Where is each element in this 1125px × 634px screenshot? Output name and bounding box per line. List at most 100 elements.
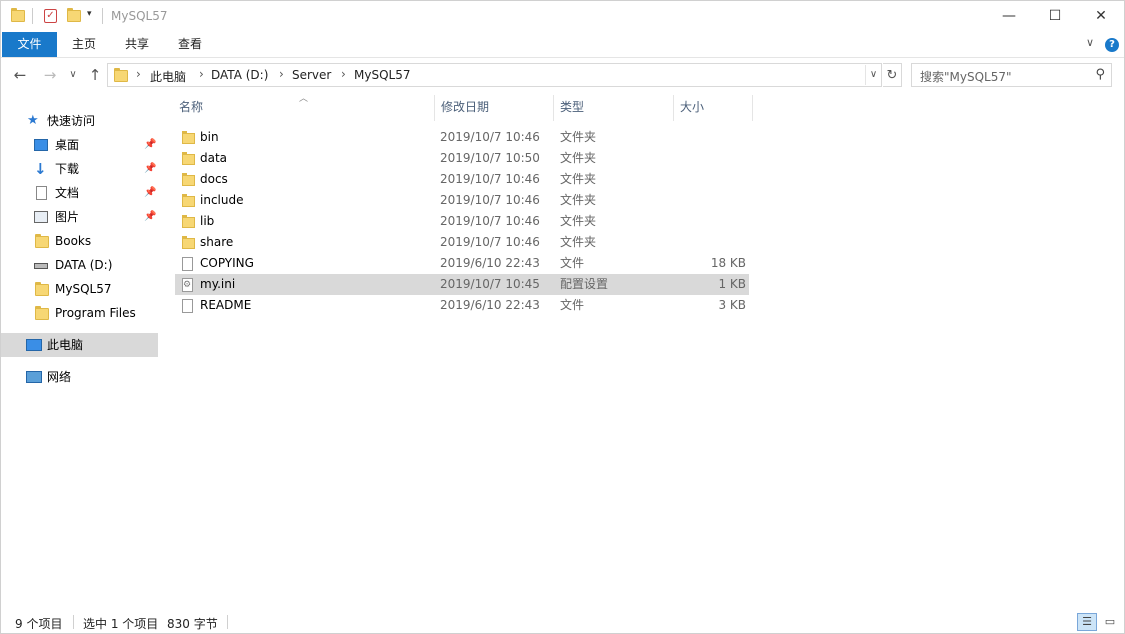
sidebar-item-label: Books (55, 234, 92, 248)
sidebar-item-desktop[interactable]: 桌面 📌 (1, 133, 158, 157)
column-header-name[interactable]: 名称 (173, 95, 435, 121)
file-date: 2019/10/7 10:46 (440, 130, 540, 144)
column-header-type[interactable]: 类型 (554, 95, 674, 121)
back-button[interactable]: ← (9, 63, 31, 87)
breadcrumb-mysql57[interactable]: MySQL57 (354, 68, 410, 82)
file-row[interactable]: share 2019/10/7 10:46 文件夹 (175, 232, 749, 253)
divider (73, 615, 74, 629)
sidebar-item-label: 此电脑 (47, 338, 84, 352)
maximize-button[interactable]: ☐ (1032, 1, 1078, 32)
file-name: data (200, 151, 228, 165)
sidebar-item-quick-access[interactable]: ★ 快速访问 (1, 109, 158, 133)
search-icon[interactable]: ⚲ (1095, 67, 1105, 82)
pin-icon[interactable]: 📌 (144, 181, 156, 205)
file-type: 文件 (560, 256, 585, 270)
sidebar-item-mysql57[interactable]: MySQL57 (1, 277, 158, 301)
pictures-icon (34, 211, 48, 223)
file-row[interactable]: lib 2019/10/7 10:46 文件夹 (175, 211, 749, 232)
forward-button[interactable]: → (39, 63, 61, 87)
sidebar-item-books[interactable]: Books (1, 229, 158, 253)
help-icon[interactable]: ? (1105, 38, 1119, 52)
file-size: 1 KB (718, 277, 746, 291)
sidebar-item-network[interactable]: 网络 (1, 365, 158, 389)
file-row[interactable]: docs 2019/10/7 10:46 文件夹 (175, 169, 749, 190)
breadcrumb-data-drive[interactable]: DATA (D:) (211, 68, 268, 82)
file-date: 2019/10/7 10:46 (440, 193, 540, 207)
breadcrumb-separator-icon[interactable]: › (279, 67, 284, 81)
file-explorer-window: ✓ ▾ MySQL57 — ☐ ✕ 文件 主页 共享 查看 ∨ ? ← → ∨ … (0, 0, 1125, 634)
file-name: docs (200, 172, 228, 186)
breadcrumb-separator-icon[interactable]: › (136, 67, 141, 81)
column-header-size[interactable]: 大小 (674, 95, 753, 121)
tab-view[interactable]: 查看 (165, 32, 215, 57)
breadcrumb-separator-icon[interactable]: › (341, 67, 346, 81)
sidebar-item-documents[interactable]: 文档 📌 (1, 181, 158, 205)
address-bar[interactable]: › 此电脑 › DATA (D:) › Server › MySQL57 ∨ (107, 63, 882, 87)
pin-icon[interactable]: 📌 (144, 205, 156, 229)
sidebar-item-this-pc[interactable]: 此电脑 (1, 333, 158, 357)
file-row-selected[interactable]: my.ini 2019/10/7 10:45 配置设置 1 KB (175, 274, 749, 296)
folder-icon (35, 282, 49, 296)
file-row[interactable]: include 2019/10/7 10:46 文件夹 (175, 190, 749, 211)
desktop-icon (34, 139, 48, 151)
quick-access-dropdown-icon[interactable]: ▾ (87, 9, 92, 19)
refresh-button[interactable]: ↻ (883, 63, 902, 87)
sidebar-item-label: 图片 (55, 210, 80, 224)
tab-home[interactable]: 主页 (59, 32, 109, 57)
large-icons-view-icon[interactable]: ▭ (1100, 613, 1120, 631)
sidebar-item-label: 快速访问 (47, 114, 96, 128)
folder-icon (35, 234, 49, 248)
tab-share[interactable]: 共享 (112, 32, 162, 57)
new-folder-icon[interactable] (67, 8, 81, 22)
file-date: 2019/10/7 10:46 (440, 214, 540, 228)
file-date: 2019/10/7 10:46 (440, 235, 540, 249)
address-dropdown-icon[interactable]: ∨ (865, 65, 881, 85)
file-date: 2019/10/7 10:50 (440, 151, 540, 165)
navigation-bar: ← → ∨ ↑ › 此电脑 › DATA (D:) › Server › MyS… (1, 63, 1124, 87)
minimize-button[interactable]: — (986, 1, 1032, 32)
file-size: 3 KB (718, 298, 746, 312)
sidebar-item-pictures[interactable]: 图片 📌 (1, 205, 158, 229)
file-row[interactable]: data 2019/10/7 10:50 文件夹 (175, 148, 749, 169)
file-date: 2019/10/7 10:46 (440, 172, 540, 186)
breadcrumb-separator-icon[interactable]: › (199, 67, 204, 81)
sidebar-item-label: 网络 (47, 370, 72, 384)
up-button[interactable]: ↑ (85, 63, 105, 87)
column-header-date[interactable]: 修改日期 (435, 95, 554, 121)
breadcrumb-this-pc[interactable]: 此电脑 (150, 68, 186, 85)
ribbon-tabs: 文件 主页 共享 查看 ∨ ? (1, 32, 1124, 58)
file-type: 配置设置 (560, 277, 609, 291)
folder-icon (182, 215, 195, 228)
expand-ribbon-icon[interactable]: ∨ (1086, 36, 1094, 49)
sidebar-item-label: Program Files (55, 306, 136, 320)
file-type: 文件 (560, 298, 585, 312)
selected-size: 830 字节 (167, 617, 218, 631)
breadcrumb-server[interactable]: Server (292, 68, 331, 82)
sidebar-item-downloads[interactable]: ↓ 下载 📌 (1, 157, 158, 181)
file-name: COPYING (200, 256, 254, 270)
sidebar-item-label: MySQL57 (55, 282, 112, 296)
file-type: 文件夹 (560, 214, 597, 228)
file-row[interactable]: COPYING 2019/6/10 22:43 文件 18 KB (175, 253, 749, 274)
pin-icon[interactable]: 📌 (144, 157, 156, 181)
properties-icon[interactable]: ✓ (44, 9, 57, 23)
pin-icon[interactable]: 📌 (144, 133, 156, 157)
file-row[interactable]: README 2019/6/10 22:43 文件 3 KB (175, 295, 749, 316)
sidebar-item-data-drive[interactable]: DATA (D:) (1, 253, 158, 277)
details-view-icon[interactable]: ☰ (1077, 613, 1097, 631)
recent-locations-button[interactable]: ∨ (65, 63, 81, 87)
close-button[interactable]: ✕ (1078, 1, 1124, 32)
title-bar: ✓ ▾ MySQL57 — ☐ ✕ (1, 1, 1124, 32)
config-file-icon (182, 275, 193, 296)
tab-file[interactable]: 文件 (2, 32, 57, 57)
star-icon: ★ (27, 113, 39, 128)
file-name: lib (200, 214, 215, 228)
sidebar-item-program-files[interactable]: Program Files (1, 301, 158, 325)
file-name: share (200, 235, 234, 249)
file-icon (182, 257, 193, 271)
folder-icon (182, 152, 195, 165)
folder-icon (11, 8, 25, 22)
file-row[interactable]: bin 2019/10/7 10:46 文件夹 (175, 127, 749, 148)
search-input[interactable]: 搜索"MySQL57" ⚲ (911, 63, 1112, 87)
folder-icon (182, 131, 195, 144)
